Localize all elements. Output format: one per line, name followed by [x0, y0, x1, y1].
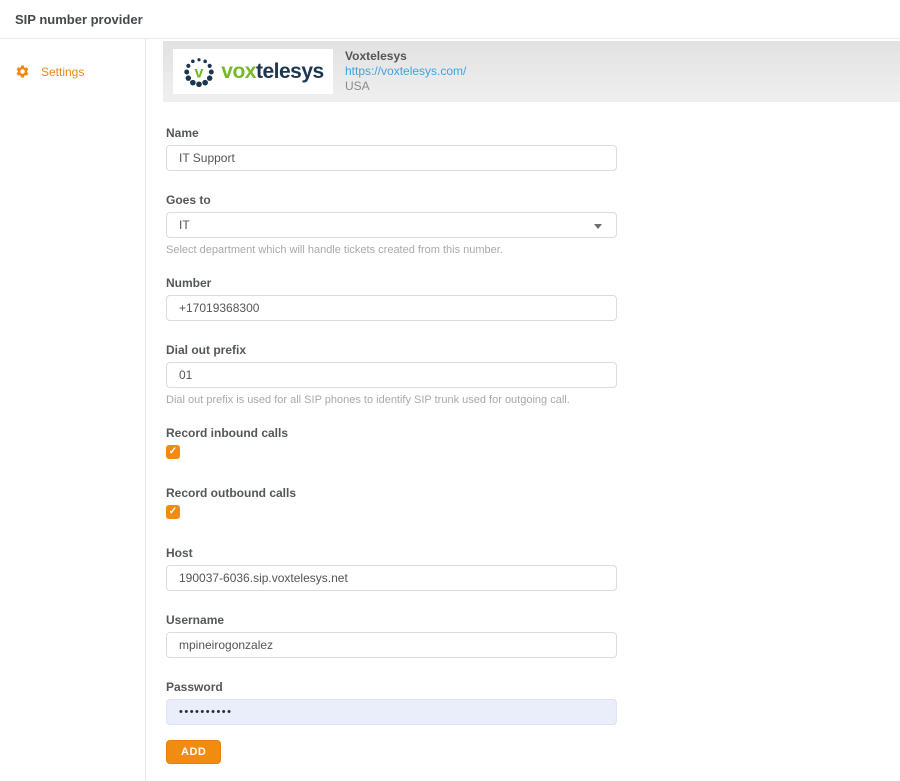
- name-label: Name: [166, 126, 597, 140]
- svg-text:v: v: [195, 63, 204, 81]
- goes-to-help-text: Select department which will handle tick…: [166, 244, 597, 257]
- field-dial-out-prefix: Dial out prefix Dial out prefix is used …: [166, 343, 597, 407]
- sip-settings-form: Name Goes to IT Select department which …: [146, 102, 597, 764]
- body: Settings v voxtelesys: [0, 39, 900, 781]
- field-goes-to: Goes to IT Select department which will …: [166, 193, 597, 257]
- chevron-down-icon: [594, 224, 602, 229]
- main-content: v voxtelesys Voxtelesys https://voxteles…: [146, 39, 900, 781]
- provider-info: Voxtelesys https://voxtelesys.com/ USA: [345, 49, 466, 94]
- field-record-inbound: Record inbound calls: [166, 426, 597, 459]
- host-label: Host: [166, 546, 597, 560]
- provider-url-link[interactable]: https://voxtelesys.com/: [345, 64, 466, 78]
- voxtelesys-logo-icon: v: [182, 55, 216, 89]
- voxtelesys-logo-text: voxtelesys: [221, 61, 323, 82]
- provider-name: Voxtelesys: [345, 49, 466, 64]
- dial-out-prefix-input[interactable]: [166, 362, 617, 388]
- name-input[interactable]: [166, 145, 617, 171]
- record-outbound-label: Record outbound calls: [166, 486, 597, 500]
- record-inbound-label: Record inbound calls: [166, 426, 597, 440]
- goes-to-select[interactable]: IT: [166, 212, 617, 238]
- number-input[interactable]: [166, 295, 617, 321]
- gear-icon: [15, 64, 30, 79]
- field-record-outbound: Record outbound calls: [166, 486, 597, 519]
- sidebar-item-label: Settings: [41, 65, 84, 79]
- field-number: Number: [166, 276, 597, 321]
- password-input[interactable]: [166, 699, 617, 725]
- page-title: SIP number provider: [15, 12, 143, 27]
- username-label: Username: [166, 613, 597, 627]
- number-label: Number: [166, 276, 597, 290]
- goes-to-selected-value: IT: [179, 218, 190, 232]
- provider-logo: v voxtelesys: [173, 49, 333, 94]
- field-username: Username: [166, 613, 597, 658]
- provider-banner: v voxtelesys Voxtelesys https://voxteles…: [163, 41, 900, 102]
- provider-country: USA: [345, 79, 466, 94]
- goes-to-label: Goes to: [166, 193, 597, 207]
- field-password: Password: [166, 680, 597, 725]
- add-button[interactable]: ADD: [166, 740, 221, 764]
- page-header: SIP number provider: [0, 0, 900, 39]
- host-input[interactable]: [166, 565, 617, 591]
- field-name: Name: [166, 126, 597, 171]
- field-host: Host: [166, 546, 597, 591]
- record-outbound-checkbox[interactable]: [166, 505, 180, 519]
- sidebar-item-settings[interactable]: Settings: [0, 58, 145, 85]
- record-inbound-checkbox[interactable]: [166, 445, 180, 459]
- username-input[interactable]: [166, 632, 617, 658]
- password-label: Password: [166, 680, 597, 694]
- dial-out-prefix-help-text: Dial out prefix is used for all SIP phon…: [166, 394, 597, 407]
- dial-out-prefix-label: Dial out prefix: [166, 343, 597, 357]
- sidebar: Settings: [0, 39, 146, 781]
